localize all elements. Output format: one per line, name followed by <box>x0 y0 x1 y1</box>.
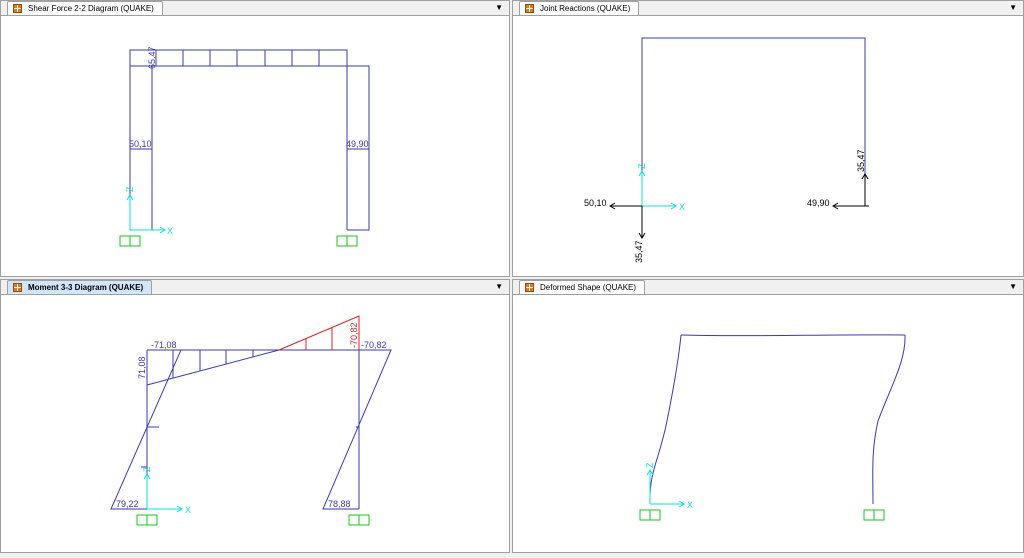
left-vertical-reaction-label: 35,47 <box>634 240 644 263</box>
pane-joint-reactions[interactable]: Joint Reactions (QUAKE) ▼ X Z 50,10 35,4… <box>512 0 1024 277</box>
left-column-top-moment-label: 71,08 <box>137 356 147 379</box>
chevron-down-icon[interactable]: ▼ <box>1009 280 1017 294</box>
tabbar: Joint Reactions (QUAKE) ▼ <box>513 1 1023 16</box>
beam-shear-diagram <box>129 49 348 67</box>
tab-label: Deformed Shape (QUAKE) <box>540 283 637 292</box>
chevron-down-icon[interactable]: ▼ <box>495 280 503 294</box>
left-column-base-moment-label: 79,22 <box>116 499 139 509</box>
chevron-down-icon[interactable]: ▼ <box>495 1 503 15</box>
sap-app-icon <box>13 283 22 292</box>
pane-deformed-shape[interactable]: Deformed Shape (QUAKE) ▼ X Z <box>512 279 1024 553</box>
tab-joint-reactions[interactable]: Joint Reactions (QUAKE) <box>519 1 640 15</box>
tab-shear-force[interactable]: Shear Force 2-2 Diagram (QUAKE) <box>7 1 163 15</box>
tab-label: Moment 3-3 Diagram (QUAKE) <box>28 283 144 292</box>
right-column-shear-label: 49,90 <box>346 139 369 149</box>
deformed-frame <box>649 334 906 505</box>
right-horizontal-reaction-label: 49,90 <box>807 198 830 208</box>
global-axes-icon <box>143 473 183 513</box>
x-axis-label: X <box>167 226 173 236</box>
tab-label: Joint Reactions (QUAKE) <box>540 4 631 13</box>
deformed-shape-view[interactable]: X Z <box>513 295 1023 553</box>
x-axis-label: X <box>679 202 685 212</box>
right-column-base-moment-label: 78,88 <box>328 499 351 509</box>
right-column-top-moment-label: -70,82 <box>361 340 387 350</box>
moment-diagram-view[interactable]: -71,08 71,08 -70,82 -70,82 79,22 78,88 X… <box>1 295 509 553</box>
left-horizontal-reaction-label: 50,10 <box>584 198 607 208</box>
x-axis-label: X <box>687 500 693 510</box>
left-column-shear-label: 50,10 <box>129 139 152 149</box>
tabbar: Deformed Shape (QUAKE) ▼ <box>513 280 1023 295</box>
sap-app-icon <box>525 283 534 292</box>
joint-reactions-view[interactable]: X Z 50,10 35,47 49,90 35,47 <box>513 16 1023 276</box>
right-vertical-reaction-label: 35,47 <box>856 149 866 172</box>
right-column-moment-diagram <box>322 349 392 510</box>
shear-force-view[interactable]: 65,47 50,10 49,90 X Z <box>1 16 509 276</box>
frame-structure <box>641 37 866 206</box>
z-axis-label: Z <box>645 462 655 468</box>
global-axes-icon <box>638 170 677 210</box>
pane-moment-diagram[interactable]: Moment 3-3 Diagram (QUAKE) ▼ -71,08 71,0… <box>0 279 510 553</box>
x-axis-label: X <box>185 505 191 515</box>
beam-moment-diagram <box>146 349 280 386</box>
pane-shear-force[interactable]: Shear Force 2-2 Diagram (QUAKE) ▼ 65,47 … <box>0 0 510 277</box>
tab-moment-diagram[interactable]: Moment 3-3 Diagram (QUAKE) <box>7 280 153 294</box>
z-axis-label: Z <box>142 466 152 472</box>
global-axes-icon <box>126 194 166 234</box>
beam-shear-label: 65,47 <box>147 46 157 69</box>
sap-app-icon <box>525 4 534 13</box>
z-axis-label: Z <box>637 163 647 169</box>
tab-deformed-shape[interactable]: Deformed Shape (QUAKE) <box>519 280 646 294</box>
beam-left-moment-label: -71,08 <box>151 340 177 350</box>
z-axis-label: Z <box>125 186 135 192</box>
beam-right-moment-label: -70,82 <box>349 322 359 348</box>
tabbar: Shear Force 2-2 Diagram (QUAKE) ▼ <box>1 1 509 16</box>
beam-negative-moment-region <box>278 315 360 351</box>
tab-label: Shear Force 2-2 Diagram (QUAKE) <box>28 4 154 13</box>
chevron-down-icon[interactable]: ▼ <box>1009 1 1017 15</box>
tabbar: Moment 3-3 Diagram (QUAKE) ▼ <box>1 280 509 295</box>
status-strip <box>0 553 1024 558</box>
sap-app-icon <box>13 4 22 13</box>
